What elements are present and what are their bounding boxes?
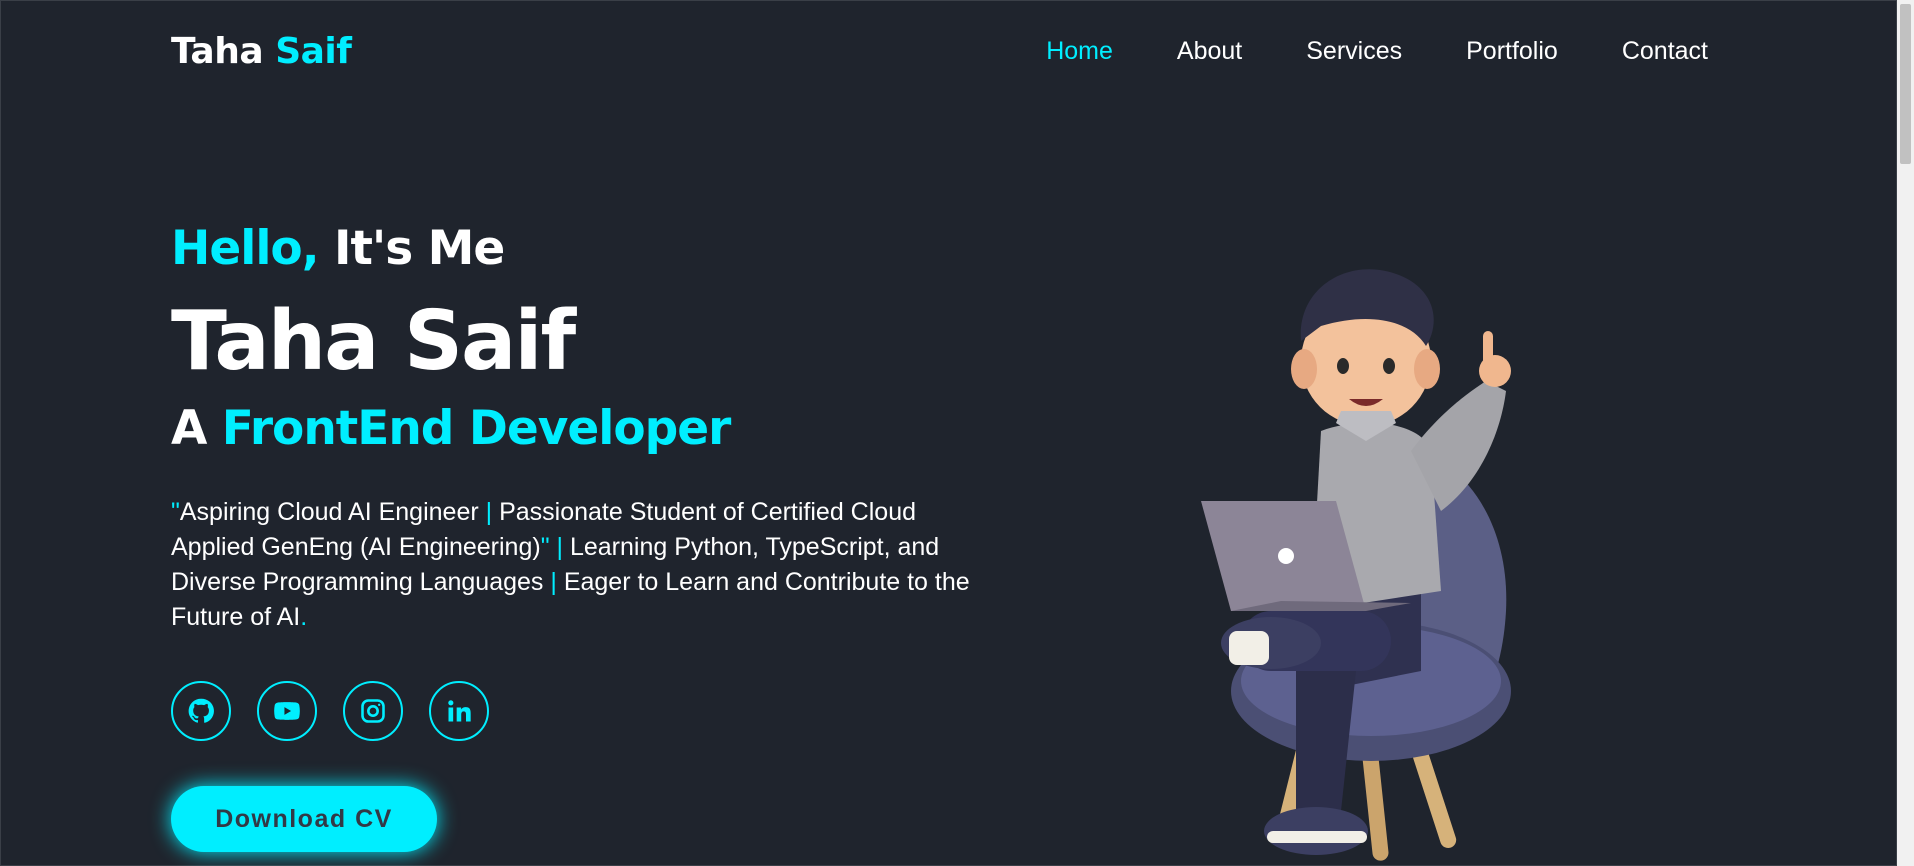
hero-name: Taha Saif <box>171 294 576 389</box>
logo[interactable]: Taha Saif <box>171 31 352 72</box>
logo-second: Saif <box>275 31 352 72</box>
bio-part-1: Aspiring Cloud AI Engineer <box>179 498 479 526</box>
linkedin-link[interactable] <box>429 681 489 741</box>
youtube-link[interactable] <box>257 681 317 741</box>
youtube-icon <box>274 702 300 720</box>
bio-open-quote: " <box>171 498 180 526</box>
bio-period: . <box>300 603 308 631</box>
role-heading: A FrontEnd Developer <box>171 401 732 456</box>
linkedin-icon <box>448 700 471 722</box>
nav-about[interactable]: About <box>1177 37 1242 66</box>
nav-portfolio[interactable]: Portfolio <box>1466 37 1558 66</box>
greeting-rest: It's Me <box>333 221 505 276</box>
social-links <box>171 681 489 741</box>
bio-text: "Aspiring Cloud AI Engineer | Passionate… <box>171 495 971 635</box>
greeting-accent: Hello, <box>171 221 320 276</box>
main-nav: Home About Services Portfolio Contact <box>1046 37 1708 66</box>
instagram-link[interactable] <box>343 681 403 741</box>
bio-separator: | <box>485 498 493 526</box>
role-prefix: A <box>171 401 207 456</box>
greeting-heading: Hello, It's Me <box>171 221 505 276</box>
logo-first: Taha <box>171 31 264 72</box>
github-icon <box>188 698 214 723</box>
page-scrollbar[interactable] <box>1897 0 1914 866</box>
role-title: FrontEnd Developer <box>221 401 732 456</box>
bio-separator: | <box>556 533 564 561</box>
github-link[interactable] <box>171 681 231 741</box>
page: Taha Saif Home About Services Portfolio … <box>0 0 1897 866</box>
developer-illustration <box>1201 269 1511 861</box>
download-cv-button[interactable]: Download CV <box>171 786 437 852</box>
bio-close-quote: " <box>540 533 550 561</box>
nav-contact[interactable]: Contact <box>1622 37 1708 66</box>
nav-home[interactable]: Home <box>1046 37 1113 66</box>
instagram-icon <box>361 699 385 723</box>
scrollbar-thumb[interactable] <box>1900 4 1911 164</box>
nav-services[interactable]: Services <box>1306 37 1402 66</box>
bio-separator: | <box>550 568 557 596</box>
